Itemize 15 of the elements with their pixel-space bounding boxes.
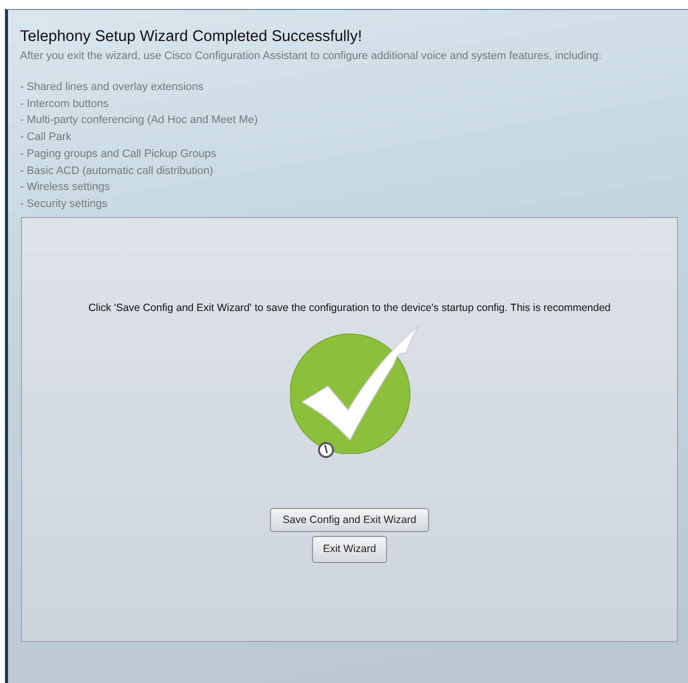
feature-item: - Call Park [20, 130, 72, 146]
feature-item: - Intercom buttons [20, 96, 110, 112]
feature-item: - Paging groups and Call Pickup Groups [20, 146, 218, 162]
exit-button[interactable]: Exit Wizard [312, 536, 388, 563]
save-and-exit-button[interactable]: Save Config and Exit Wizard [270, 508, 430, 532]
feature-item: - Wireless settings [20, 180, 111, 196]
feature-item: - Multi-party conferencing (Ad Hoc and Meet Me) [20, 113, 259, 128]
checkmark-icon [290, 324, 420, 454]
feature-item: - Security settings [20, 196, 108, 212]
save-message: Click 'Save Config and Exit Wizard' to save the configuration to the device's startup config. This is recommended [88, 302, 611, 314]
wizard-title: Telephony Setup Wizard Completed Successfully! [20, 28, 364, 46]
clock-icon [318, 442, 334, 458]
feature-item: - Shared lines and overlay extensions [20, 80, 204, 95]
feature-item: - Basic ACD (automatic call distribution) [20, 164, 214, 179]
intro-text: After you exit the wizard, use Cisco Configuration Assistant to configure additional voice and system features, including: [20, 50, 602, 62]
